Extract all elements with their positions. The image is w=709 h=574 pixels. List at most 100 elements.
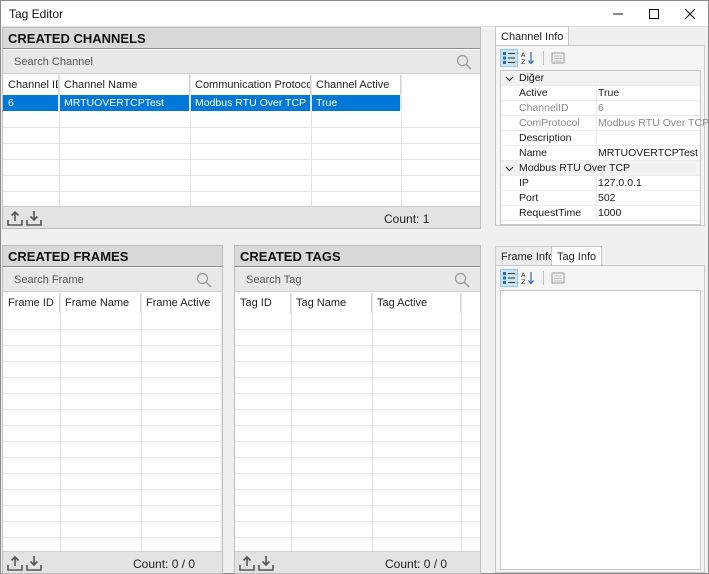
- channel-info-tabbar: Channel Info: [495, 26, 705, 46]
- property-pages-button[interactable]: [549, 269, 567, 287]
- grid-line: [372, 293, 373, 551]
- property-value[interactable]: 502: [598, 192, 616, 204]
- grid-line: [3, 505, 222, 506]
- upload-icon[interactable]: [239, 555, 255, 571]
- search-icon[interactable]: [196, 272, 212, 288]
- categorized-icon: [503, 272, 515, 284]
- download-icon[interactable]: [26, 555, 42, 571]
- property-value[interactable]: 127.0.0.1: [598, 177, 642, 189]
- tab-tag-info[interactable]: Tag Info: [551, 246, 603, 266]
- categorized-button[interactable]: [500, 49, 518, 67]
- channel-info-panel: A Z Diğer Active True ChannelID 6 ComPro…: [495, 45, 709, 226]
- channel-search-input[interactable]: Search Channel: [3, 50, 480, 74]
- category-row-diger[interactable]: Diğer: [501, 71, 700, 86]
- column-header-tag-id[interactable]: Tag ID: [235, 293, 291, 313]
- upload-icon[interactable]: [7, 210, 23, 226]
- frames-grid-header: Frame ID Frame Name Frame Active: [3, 293, 222, 313]
- search-icon[interactable]: [456, 54, 472, 70]
- categorized-button[interactable]: [500, 269, 518, 287]
- column-header-frame-id[interactable]: Frame ID: [3, 293, 60, 313]
- channels-grid[interactable]: Channel ID Channel Name Communication Pr…: [3, 75, 480, 206]
- maximize-button[interactable]: [636, 1, 672, 27]
- column-header-communication-protocol[interactable]: Communication Protocol: [190, 75, 311, 95]
- grid-line: [235, 377, 480, 378]
- frames-grid[interactable]: Frame ID Frame Name Frame Active: [3, 293, 222, 551]
- grid-line: [141, 293, 142, 551]
- channels-footer: Count: 1: [3, 206, 480, 228]
- property-value[interactable]: MRTUOVERTCPTest: [598, 147, 698, 159]
- svg-text:Z: Z: [521, 58, 526, 65]
- chevron-down-icon[interactable]: [505, 164, 514, 173]
- channels-header: CREATED CHANNELS: [3, 28, 480, 49]
- search-icon[interactable]: [454, 272, 470, 288]
- property-row-comprotocol[interactable]: ComProtocol Modbus RTU Over TCP: [501, 116, 709, 131]
- categorized-icon: [503, 52, 515, 64]
- grid-line: [3, 329, 222, 330]
- grid-line: [3, 425, 222, 426]
- tag-search-input[interactable]: Search Tag: [235, 268, 480, 292]
- title-bar: Tag Editor: [1, 1, 708, 27]
- frame-search-input[interactable]: Search Frame: [3, 268, 222, 292]
- grid-line: [235, 505, 480, 506]
- tags-count: Count: 0 / 0: [385, 557, 448, 571]
- property-value[interactable]: True: [598, 87, 619, 99]
- close-button[interactable]: [672, 1, 708, 27]
- alphabetical-button[interactable]: A Z: [519, 269, 537, 287]
- column-header-frame-active[interactable]: Frame Active: [141, 293, 222, 313]
- property-value: 6: [598, 102, 604, 114]
- column-header-channel-name[interactable]: Channel Name: [59, 75, 190, 95]
- property-pages-icon: [551, 52, 565, 64]
- property-row-active[interactable]: Active True: [501, 86, 700, 101]
- lower-info-tabbar: Frame Info Tag Info: [495, 246, 705, 266]
- frames-count: Count: 0 / 0: [133, 557, 196, 571]
- tags-grid[interactable]: Tag ID Tag Name Tag Active: [235, 293, 480, 551]
- grid-line: [235, 361, 480, 362]
- frames-header: CREATED FRAMES: [3, 246, 222, 267]
- upload-icon[interactable]: [7, 555, 23, 571]
- property-grid[interactable]: Diğer Active True ChannelID 6 ComProtoco…: [500, 70, 709, 225]
- tag-property-grid[interactable]: [500, 290, 701, 570]
- grid-line: [235, 425, 480, 426]
- channels-count: Count: 1: [384, 212, 430, 226]
- property-key: Port: [519, 192, 539, 204]
- category-row-modbus[interactable]: Modbus RTU Over TCP: [501, 161, 700, 176]
- grid-line: [3, 345, 222, 346]
- cell-communication-protocol: Modbus RTU Over TCP: [190, 95, 311, 111]
- download-icon[interactable]: [258, 555, 274, 571]
- chevron-down-icon[interactable]: [505, 74, 514, 83]
- property-row-channelid[interactable]: ChannelID 6: [501, 101, 700, 116]
- property-key: RequestTime: [519, 207, 582, 219]
- sort-alpha-icon: A Z: [521, 51, 534, 65]
- property-row-description[interactable]: Description: [501, 131, 700, 146]
- alphabetical-button[interactable]: A Z: [519, 49, 537, 67]
- tag-info-panel: A Z: [495, 265, 705, 573]
- tags-footer: Count: 0 / 0: [235, 551, 480, 573]
- column-header-channel-id[interactable]: Channel ID: [3, 75, 59, 95]
- window-title: Tag Editor: [9, 7, 64, 21]
- tag-search-placeholder: Search Tag: [246, 274, 302, 286]
- tab-channel-info[interactable]: Channel Info: [495, 26, 570, 46]
- column-header-tag-name[interactable]: Tag Name: [291, 293, 372, 313]
- grid-line: [3, 361, 222, 362]
- grid-line: [596, 116, 597, 131]
- property-row-requesttime[interactable]: RequestTime 1000: [501, 206, 700, 221]
- property-row-name[interactable]: Name MRTUOVERTCPTest: [501, 146, 700, 161]
- column-header-channel-active[interactable]: Channel Active: [311, 75, 401, 95]
- category-label: Modbus RTU Over TCP: [519, 162, 631, 174]
- property-value[interactable]: 1000: [598, 207, 621, 219]
- grid-line: [235, 457, 480, 458]
- table-row[interactable]: 6 MRTUOVERTCPTest Modbus RTU Over TCP Tr…: [3, 95, 401, 111]
- grid-line: [235, 345, 480, 346]
- column-header-frame-name[interactable]: Frame Name: [60, 293, 141, 313]
- property-row-ip[interactable]: IP 127.0.0.1: [501, 176, 700, 191]
- cell-channel-active: True: [311, 95, 401, 111]
- grid-line: [235, 537, 480, 538]
- property-key: ComProtocol: [519, 117, 580, 129]
- sort-alpha-icon: A Z: [521, 271, 534, 285]
- column-header-tag-active[interactable]: Tag Active: [372, 293, 461, 313]
- grid-line: [3, 393, 222, 394]
- download-icon[interactable]: [26, 210, 42, 226]
- property-pages-button[interactable]: [549, 49, 567, 67]
- minimize-button[interactable]: [600, 1, 636, 27]
- property-row-port[interactable]: Port 502: [501, 191, 700, 206]
